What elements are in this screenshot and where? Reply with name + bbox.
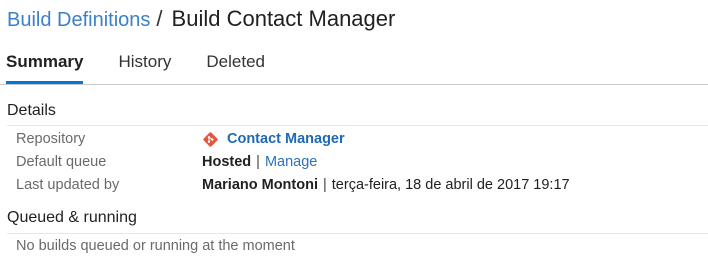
tabs-divider (0, 84, 708, 85)
queued-empty-message: No builds queued or running at the momen… (16, 238, 295, 254)
default-queue-row: Default queue Hosted | Manage (16, 151, 317, 173)
repository-label: Repository (16, 131, 86, 147)
breadcrumb-separator: / (156, 6, 163, 31)
queued-section-divider (7, 233, 708, 234)
last-updated-value: Mariano Montoni | terça-feira, 18 de abr… (202, 177, 570, 193)
breadcrumb: Build Definitions / Build Contact Manage… (7, 6, 395, 36)
last-updated-separator: | (323, 177, 327, 193)
details-section-title: Details (7, 102, 56, 119)
repository-link[interactable]: Contact Manager (227, 131, 345, 147)
details-section-divider (7, 125, 708, 126)
tab-deleted[interactable]: Deleted (206, 52, 265, 83)
tab-bar: Summary History Deleted (6, 52, 300, 84)
repository-value: Contact Manager (202, 131, 345, 148)
tab-history[interactable]: History (118, 52, 171, 83)
last-updated-row: Last updated by Mariano Montoni | terça-… (16, 174, 570, 196)
git-icon (203, 131, 218, 147)
queue-separator: | (256, 154, 260, 170)
last-updated-date: terça-feira, 18 de abril de 2017 19:17 (331, 177, 570, 193)
tab-summary[interactable]: Summary (6, 52, 84, 84)
page-title: Build Contact Manager (171, 6, 396, 31)
last-updated-user: Mariano Montoni (202, 177, 318, 193)
queue-name: Hosted (202, 154, 252, 170)
last-updated-label: Last updated by (16, 177, 120, 193)
manage-queue-link[interactable]: Manage (265, 154, 317, 170)
default-queue-value: Hosted | Manage (202, 154, 317, 170)
repository-row: Repository Contact Manager (16, 128, 345, 150)
breadcrumb-build-definitions-link[interactable]: Build Definitions (7, 9, 150, 32)
queued-section-title: Queued & running (7, 209, 137, 226)
build-definition-summary-page: Build Definitions / Build Contact Manage… (0, 0, 708, 265)
default-queue-label: Default queue (16, 154, 107, 170)
